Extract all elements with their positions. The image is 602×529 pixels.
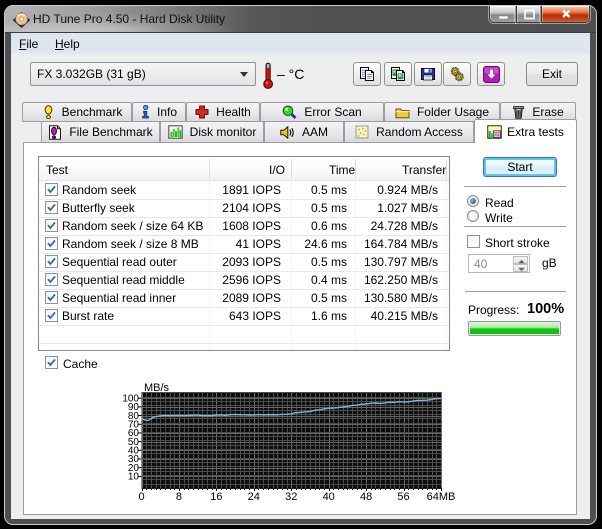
svg-text:64MB: 64MB: [427, 491, 456, 503]
svg-text:100: 100: [122, 393, 139, 404]
svg-text:16: 16: [210, 491, 222, 503]
svg-text:8: 8: [176, 491, 182, 503]
svg-text:0: 0: [138, 491, 144, 503]
svg-text:40: 40: [323, 491, 335, 503]
svg-text:56: 56: [397, 491, 409, 503]
svg-text:32: 32: [285, 491, 297, 503]
svg-text:24: 24: [248, 491, 260, 503]
svg-text:48: 48: [360, 491, 372, 503]
